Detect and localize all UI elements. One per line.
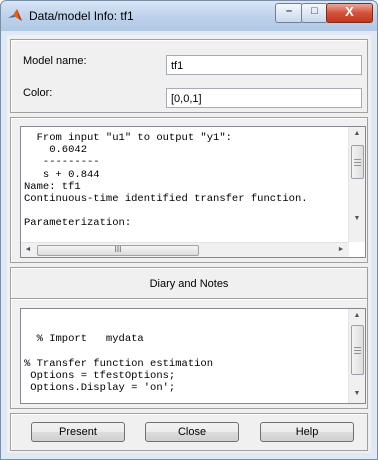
model-info-viewport: From input "u1" to output "y1": 0.6042 -… — [21, 127, 349, 242]
diary-notes-panel: Diary and Notes % Import mydata % Transf… — [10, 267, 368, 409]
maximize-icon: □ — [311, 5, 318, 17]
model-name-field[interactable]: tf1 — [166, 55, 362, 75]
maximize-button[interactable]: □ — [301, 3, 328, 23]
color-label: Color: — [23, 87, 53, 99]
close-window-button[interactable]: X — [326, 3, 373, 23]
dialog-buttons-panel: Present Close Help — [10, 413, 368, 451]
scroll-up-arrow-icon[interactable]: ▲ — [349, 309, 365, 323]
info-horizontal-scrollbar[interactable]: ◄ III ► — [21, 242, 349, 257]
scroll-thumb[interactable] — [351, 145, 364, 179]
close-button[interactable]: Close — [145, 422, 239, 442]
scroll-thumb[interactable] — [351, 325, 364, 375]
diary-notes-text: % Import mydata % Transfer function esti… — [24, 333, 214, 395]
model-info-textbox[interactable]: From input "u1" to output "y1": 0.6042 -… — [20, 126, 366, 258]
scroll-left-arrow-icon[interactable]: ◄ — [21, 243, 35, 257]
grip-line — [354, 162, 361, 163]
model-info-panel: From input "u1" to output "y1": 0.6042 -… — [10, 117, 368, 263]
grip-line — [354, 350, 361, 351]
grip-line — [354, 165, 361, 166]
present-button[interactable]: Present — [31, 422, 125, 442]
panel-divider — [11, 298, 367, 299]
window-title: Data/model Info: tf1 — [29, 9, 134, 23]
scroll-right-arrow-icon[interactable]: ► — [334, 243, 348, 257]
minimize-button[interactable]: – — [275, 3, 303, 23]
model-properties-panel: Model name: tf1 Color: [0,0,1] — [10, 39, 368, 113]
help-button[interactable]: Help — [260, 422, 354, 442]
title-bar[interactable]: Data/model Info: tf1 – □ X — [1, 1, 377, 31]
grip-line — [354, 353, 361, 354]
dialog-client-area: Model name: tf1 Color: [0,0,1] From inpu… — [7, 35, 371, 453]
scroll-up-arrow-icon[interactable]: ▲ — [349, 127, 365, 141]
scroll-down-arrow-icon[interactable]: ▼ — [349, 212, 365, 226]
info-vertical-scrollbar[interactable]: ▲ ▼ — [348, 127, 365, 242]
diary-notes-title: Diary and Notes — [149, 278, 229, 290]
model-info-text: From input "u1" to output "y1": 0.6042 -… — [24, 132, 308, 230]
scroll-down-arrow-icon[interactable]: ▼ — [349, 387, 365, 401]
diary-notes-textbox[interactable]: % Import mydata % Transfer function esti… — [20, 308, 366, 404]
grip-line — [354, 347, 361, 348]
horizontal-scroll-thumb[interactable]: III — [37, 245, 199, 256]
diary-vertical-scrollbar[interactable]: ▲ ▼ — [348, 309, 365, 403]
model-name-label: Model name: — [23, 55, 87, 67]
matlab-logo-icon — [8, 9, 22, 21]
grip-line — [354, 159, 361, 160]
color-field[interactable]: [0,0,1] — [166, 88, 362, 108]
close-icon: X — [345, 4, 354, 19]
info-dialog-window: Data/model Info: tf1 – □ X Model name: t… — [0, 0, 378, 460]
minimize-icon: – — [285, 5, 293, 17]
